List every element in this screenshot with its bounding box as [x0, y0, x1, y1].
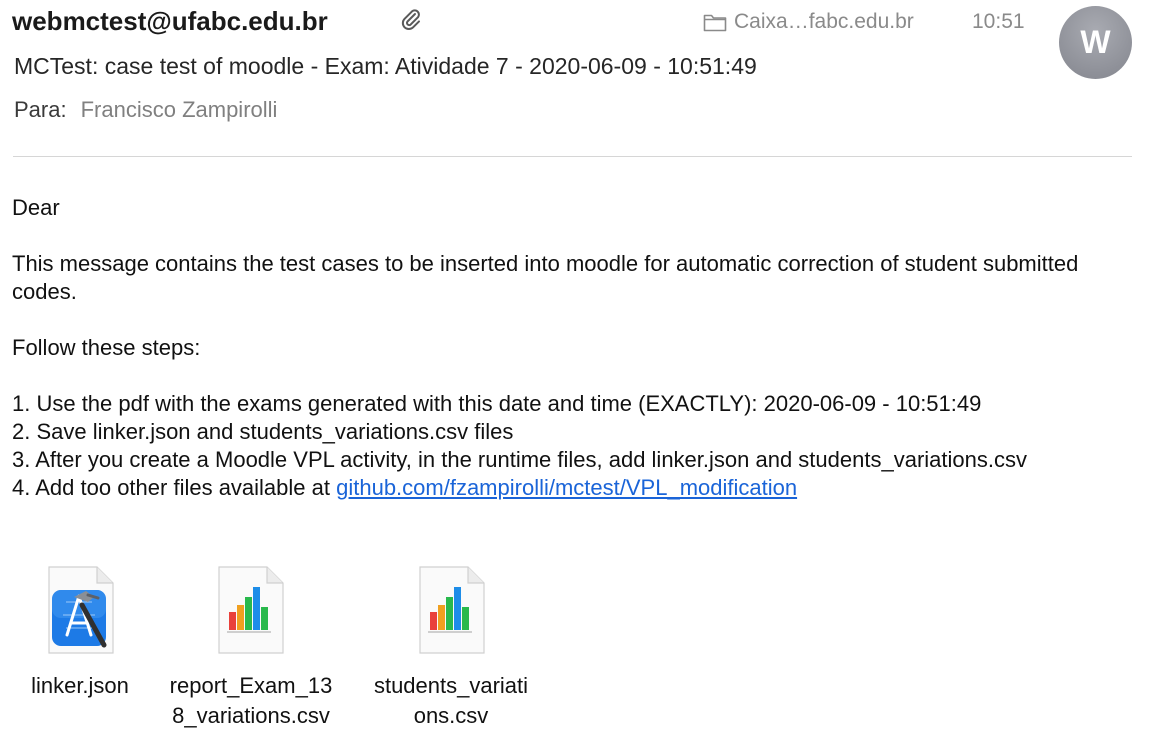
mailbox-name[interactable]: Caixa…fabc.edu.br [734, 9, 914, 35]
email-body: Dear This message contains the test case… [12, 194, 1142, 502]
attachment-name: linker.json [31, 673, 129, 698]
paperclip-icon [401, 9, 420, 30]
email-subject: MCTest: case test of moodle - Exam: Ativ… [14, 53, 757, 79]
numbers-icon [218, 566, 284, 654]
received-time: 10:51 [972, 10, 1025, 33]
github-link[interactable]: github.com/fzampirolli/mctest/VPL_modifi… [336, 475, 797, 500]
email-view: webmctest@ufabc.edu.br Caixa…fabc.edu.br… [0, 0, 1150, 740]
sender-address[interactable]: webmctest@ufabc.edu.br [12, 4, 328, 38]
xcode-icon [48, 566, 114, 654]
to-label: Para: [14, 97, 67, 122]
steps-intro: Follow these steps: [12, 335, 201, 360]
numbers-icon [419, 566, 485, 654]
folder-icon [703, 14, 727, 32]
attachment-name: report_Exam_13 8_variations.csv [169, 673, 333, 728]
step-4-text: 4. Add too other files available at [12, 475, 337, 500]
step-3: 3. After you create a Moodle VPL activit… [12, 447, 1027, 472]
step-4: 4. Add too other files available at gith… [12, 474, 1142, 502]
avatar: W [1059, 6, 1132, 79]
step-2: 2. Save linker.json and students_variati… [12, 419, 514, 444]
step-1: 1. Use the pdf with the exams generated … [12, 391, 982, 416]
greeting: Dear [12, 195, 60, 220]
recipient-name[interactable]: Francisco Zampirolli [81, 97, 278, 122]
header-divider [13, 156, 1132, 157]
recipient-row: Para: Francisco Zampirolli [14, 96, 277, 124]
intro-paragraph: This message contains the test cases to … [12, 251, 1079, 304]
attachment-name: students_variati ons.csv [373, 673, 529, 728]
